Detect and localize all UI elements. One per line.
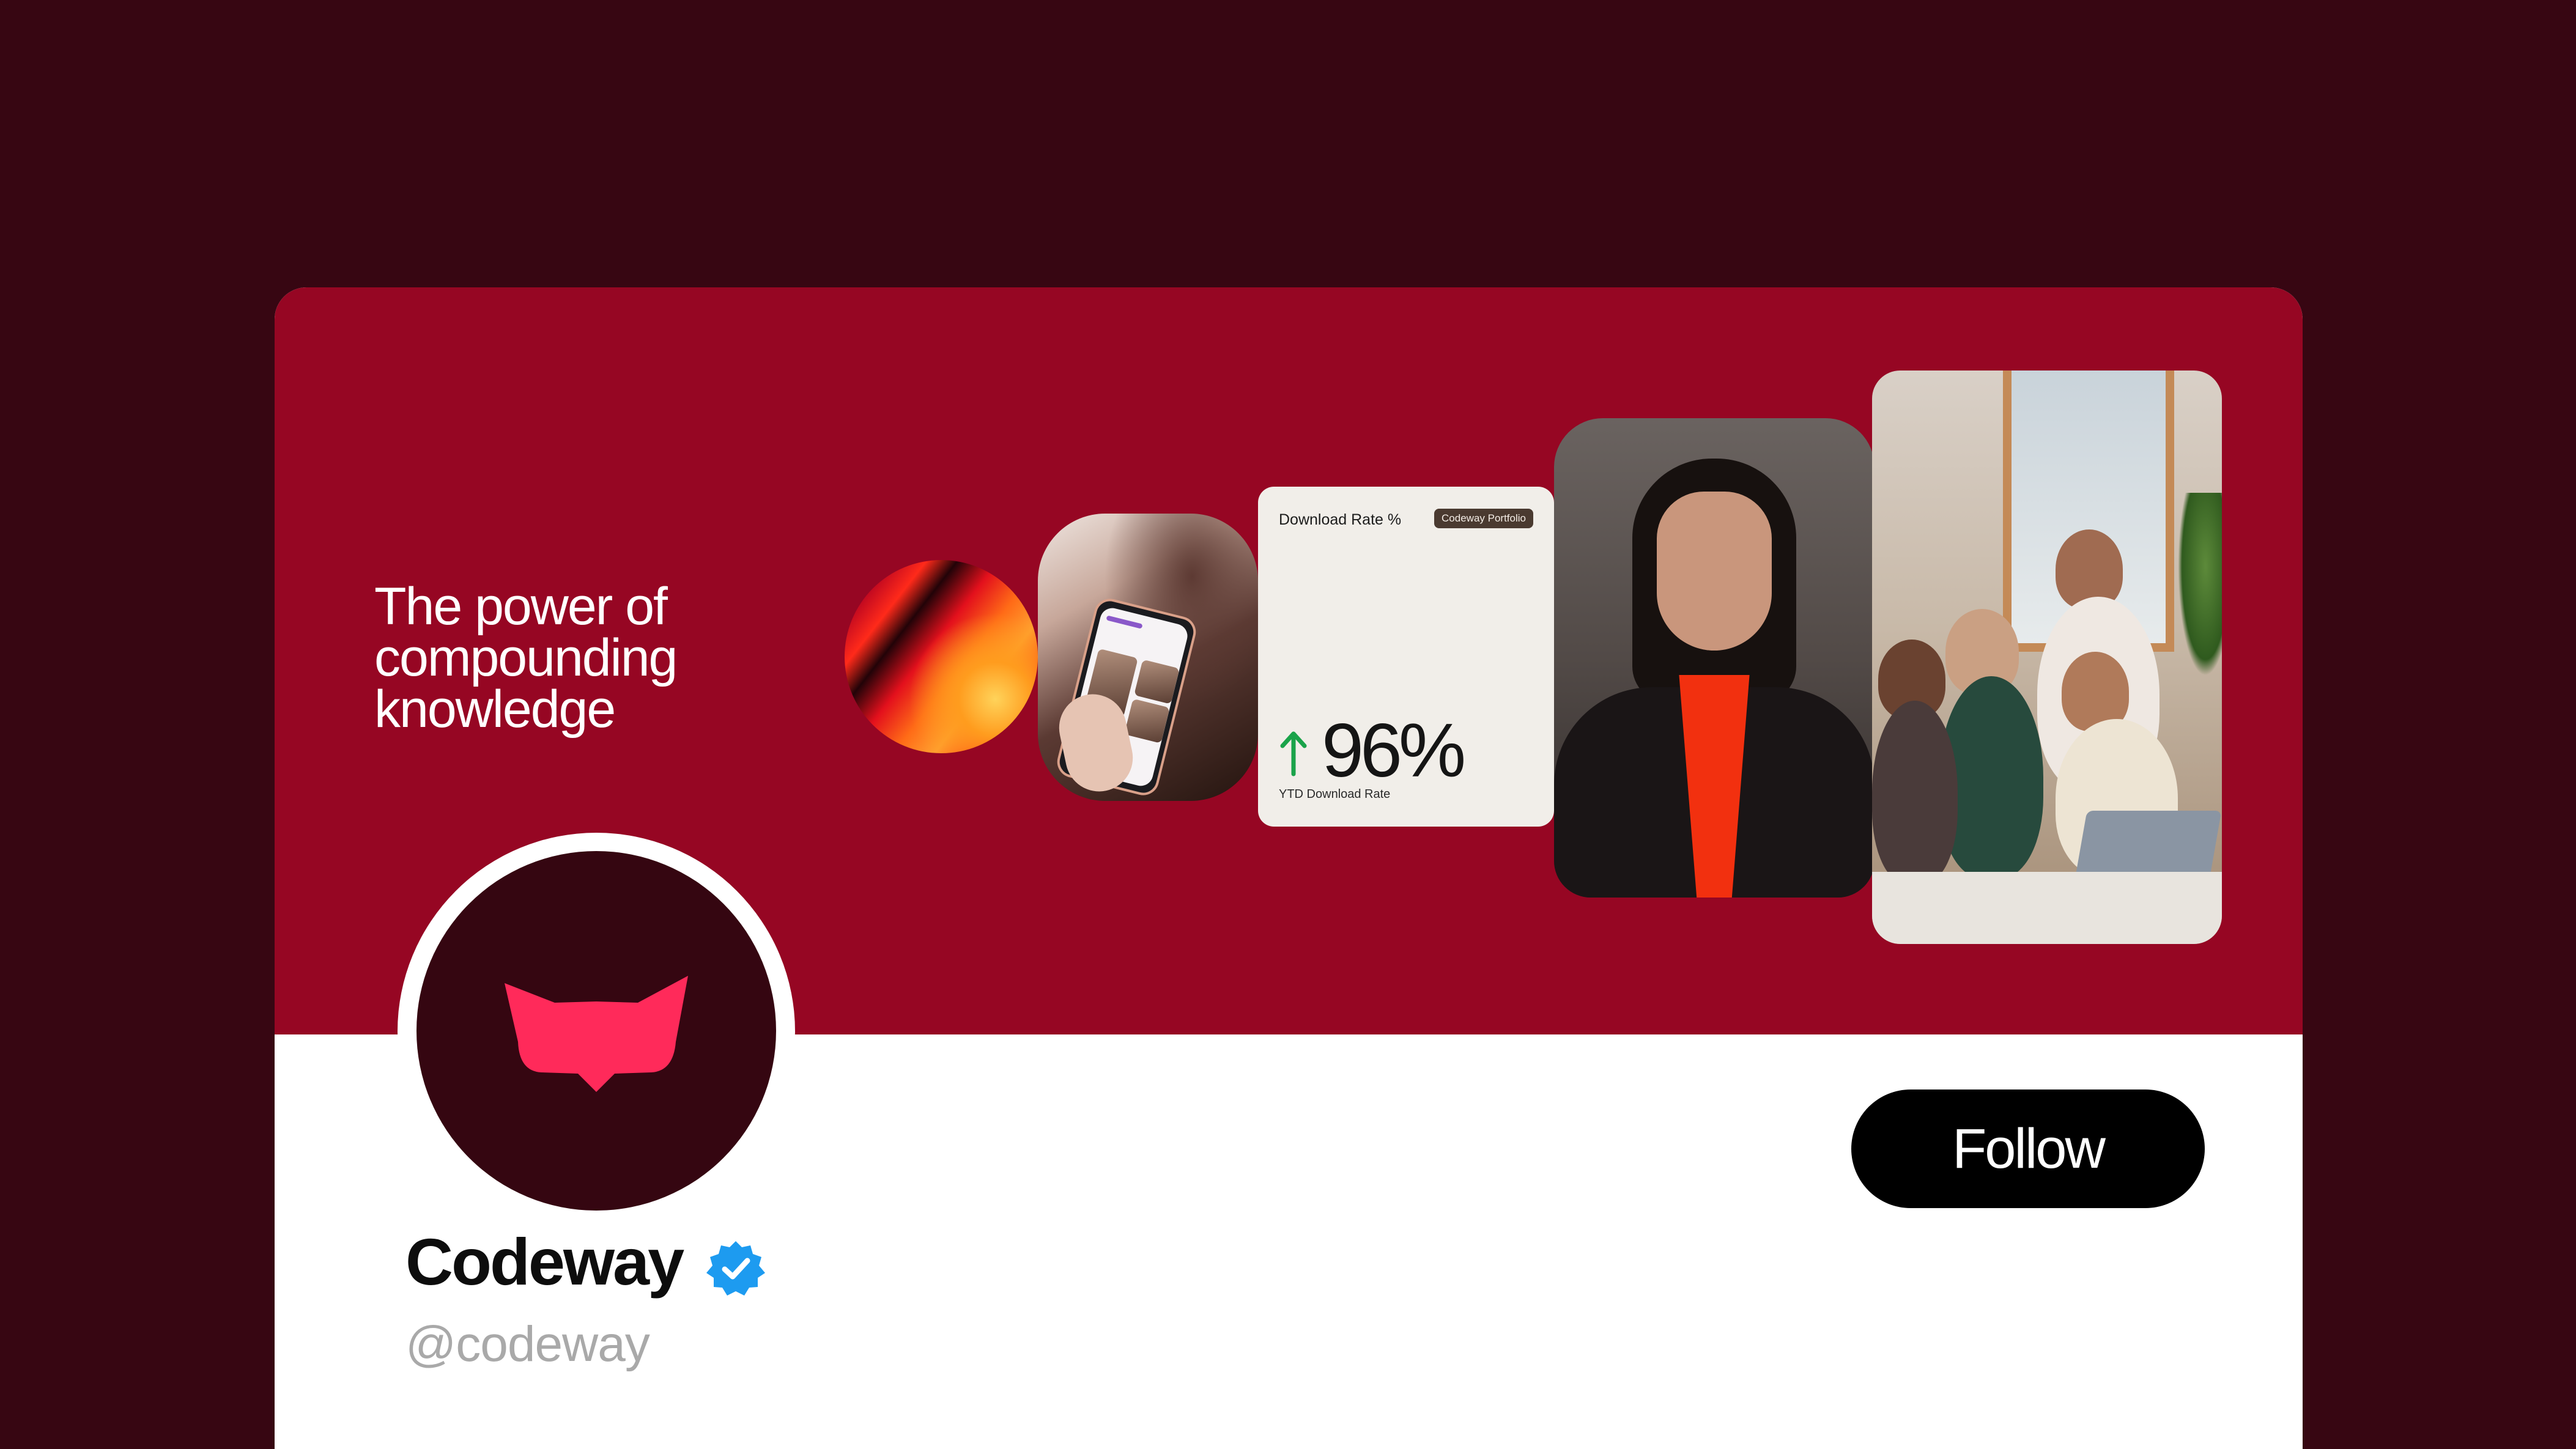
- woman-portrait-image: [1554, 418, 1875, 898]
- team-photo-image: [1872, 371, 2222, 944]
- profile-name: Codeway: [405, 1225, 684, 1299]
- portfolio-badge: Codeway Portfolio: [1434, 509, 1533, 528]
- follow-button[interactable]: Follow: [1851, 1090, 2205, 1208]
- tagline-line-2: compounding: [374, 629, 678, 687]
- phone-app-image: [1038, 514, 1258, 801]
- profile-card: The power of compounding knowledge Downl…: [275, 287, 2303, 1449]
- avatar[interactable]: [416, 851, 776, 1211]
- stat-title: Download Rate %: [1279, 511, 1402, 528]
- stat-subtitle: YTD Download Rate: [1279, 787, 1391, 801]
- verified-badge-icon: [706, 1241, 765, 1296]
- page: The power of compounding knowledge Downl…: [0, 0, 2576, 1449]
- banner-tagline: The power of compounding knowledge: [374, 577, 802, 739]
- abstract-gradient-image: [845, 560, 1038, 753]
- stat-value: 96%: [1322, 709, 1466, 793]
- download-rate-card: Download Rate % Codeway Portfolio 96% YT…: [1258, 487, 1554, 827]
- profile-handle: @codeway: [405, 1316, 650, 1372]
- tagline-line-1: The power of: [374, 577, 668, 636]
- tagline-line-3: knowledge: [374, 680, 616, 739]
- arrow-up-icon: [1280, 731, 1307, 776]
- codeway-logo-icon: [505, 976, 688, 1092]
